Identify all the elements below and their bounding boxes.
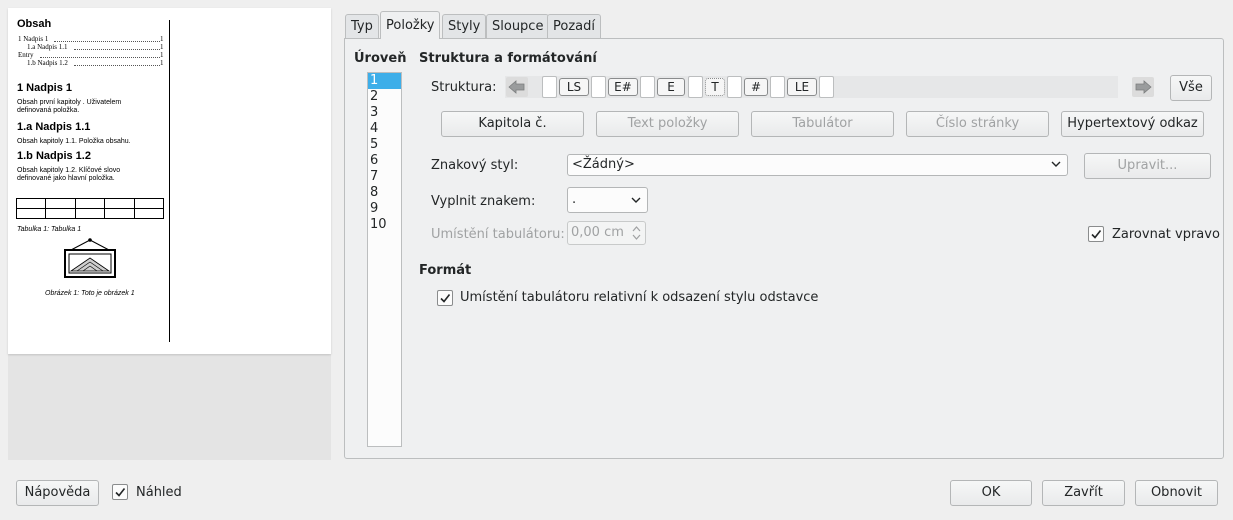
preview-toc-title: Obsah: [17, 18, 52, 30]
scroll-right-button[interactable]: [1132, 77, 1154, 97]
level-item-9[interactable]: 9: [368, 201, 401, 217]
preview-toc-line: 1.b Nadpis 1.2: [27, 59, 68, 67]
level-item-4[interactable]: 4: [368, 121, 401, 137]
structure-gap[interactable]: [640, 76, 655, 98]
structure-token-ls[interactable]: LS: [559, 78, 589, 96]
structure-token-t[interactable]: T: [705, 78, 725, 96]
structure-gap[interactable]: [770, 76, 785, 98]
structure-gap[interactable]: [542, 76, 557, 98]
help-button[interactable]: Nápověda: [16, 480, 99, 506]
tab-position-value: 0,00 cm: [571, 225, 624, 240]
tab-position-spinbox[interactable]: 0,00 cm: [567, 221, 646, 245]
tab-relative-label: Umístění tabulátoru relativní k odsazení…: [460, 290, 819, 305]
section-format-title: Formát: [419, 263, 472, 278]
fill-char-value: .: [572, 192, 577, 207]
preview-toc-line: 1.a Nadpis 1.1: [27, 43, 68, 51]
preview-body-1-2a: Obsah kapitoly 1.2. Klíčové slovo: [17, 167, 121, 174]
preview-image-caption: Obrázek 1: Toto je obrázek 1: [45, 290, 135, 297]
level-header: Úroveň: [354, 51, 407, 66]
tab-panel: [344, 38, 1224, 459]
checkmark-icon: [1091, 230, 1102, 239]
tab-position-label: Umístění tabulátoru:: [431, 227, 565, 242]
hyperlink-button[interactable]: Hypertextový odkaz: [1061, 111, 1204, 137]
checkmark-icon: [115, 488, 126, 497]
preview-toc-dots: [74, 65, 160, 66]
preview-toc-page: 1: [160, 59, 164, 67]
scroll-left-button[interactable]: [506, 77, 528, 97]
level-item-6[interactable]: 6: [368, 153, 401, 169]
tab-relative-checkbox[interactable]: [437, 290, 453, 306]
entry-text-button[interactable]: Text položky: [596, 111, 739, 137]
reset-button[interactable]: Obnovit: [1135, 480, 1218, 506]
char-style-select[interactable]: <Žádný>: [567, 154, 1068, 176]
preview-toc-page: 1: [160, 43, 164, 51]
tab-polozky[interactable]: Položky: [380, 11, 441, 39]
preview-toc-line: 1 Nadpis 1: [18, 35, 49, 43]
framed-picture-icon: [64, 238, 116, 278]
fill-char-label: Vyplnit znakem:: [431, 194, 536, 209]
preview-column-divider: [169, 20, 170, 342]
structure-gap[interactable]: [688, 76, 703, 98]
chevron-down-icon: [631, 197, 641, 203]
structure-gap[interactable]: [591, 76, 606, 98]
preview-toc-dots: [40, 57, 160, 58]
level-item-5[interactable]: 5: [368, 137, 401, 153]
level-item-3[interactable]: 3: [368, 105, 401, 121]
tab-styly[interactable]: Styly: [442, 14, 487, 38]
page-number-button[interactable]: Číslo stránky: [906, 111, 1049, 137]
preview-toc-dots: [54, 41, 160, 42]
preview-heading-1: 1 Nadpis 1: [17, 82, 73, 94]
structure-gap[interactable]: [727, 76, 742, 98]
preview-table-caption: Tabulka 1: Tabulka 1: [17, 226, 82, 233]
tab-pozadi[interactable]: Pozadí: [547, 14, 601, 38]
preview-page: Obsah 1 Nadpis 1 1 1.a Nadpis 1.1 1 Entr…: [8, 8, 331, 354]
level-item-1[interactable]: 1: [368, 73, 401, 89]
preview-body-1-1: Obsah kapitoly 1.1. Položka obsahu.: [17, 138, 131, 145]
arrow-left-icon: [508, 80, 525, 94]
char-style-label: Znakový styl:: [431, 158, 519, 173]
all-button[interactable]: Vše: [1170, 75, 1212, 101]
level-item-8[interactable]: 8: [368, 185, 401, 201]
checkmark-icon: [440, 294, 451, 303]
preview-heading-1-1: 1.a Nadpis 1.1: [17, 121, 91, 133]
structure-label: Struktura:: [431, 80, 497, 95]
preview-toc-page: 1: [160, 35, 164, 43]
spin-arrows-icon: [632, 226, 641, 240]
section-structure-title: Struktura a formátování: [419, 51, 597, 66]
level-item-10[interactable]: 10: [368, 217, 401, 233]
structure-token-e[interactable]: E: [657, 78, 685, 96]
preview-toc-page: 1: [160, 51, 164, 59]
preview-toc-line: Entry: [18, 51, 34, 59]
fill-char-select[interactable]: .: [567, 187, 648, 213]
preview-body-1a: Obsah první kapitoly . Uživatelem: [17, 99, 122, 106]
preview-body-1-2b: definované jako hlavní položka.: [17, 175, 115, 182]
close-button[interactable]: Zavřít: [1042, 480, 1125, 506]
tab-sloupce[interactable]: Sloupce: [486, 14, 550, 38]
structure-gap[interactable]: [819, 76, 834, 98]
preview-body-1b: definovaná položka.: [17, 107, 80, 114]
level-item-7[interactable]: 7: [368, 169, 401, 185]
align-right-label: Zarovnat vpravo: [1112, 227, 1220, 242]
level-item-2[interactable]: 2: [368, 89, 401, 105]
preview-heading-1-2: 1.b Nadpis 1.2: [17, 150, 91, 162]
tab-typ[interactable]: Typ: [345, 14, 379, 38]
char-style-value: <Žádný>: [572, 157, 635, 172]
structure-token-le[interactable]: LE: [787, 78, 817, 96]
chevron-down-icon: [1051, 161, 1061, 167]
edit-style-button[interactable]: Upravit...: [1084, 153, 1211, 179]
tab-stop-button[interactable]: Tabulátor: [751, 111, 894, 137]
structure-token-page-number[interactable]: #: [744, 78, 768, 96]
arrow-right-icon: [1135, 80, 1152, 94]
preview-table: [15, 198, 165, 219]
structure-token-e-hash[interactable]: E#: [608, 78, 638, 96]
preview-label: Náhled: [136, 485, 182, 500]
chapter-number-button[interactable]: Kapitola č.: [441, 111, 584, 137]
level-list[interactable]: 1 2 3 4 5 6 7 8 9 10: [367, 72, 402, 447]
ok-button[interactable]: OK: [950, 480, 1032, 506]
preview-toc-dots: [74, 49, 160, 50]
align-right-checkbox[interactable]: [1088, 226, 1104, 242]
preview-checkbox[interactable]: [112, 484, 128, 500]
